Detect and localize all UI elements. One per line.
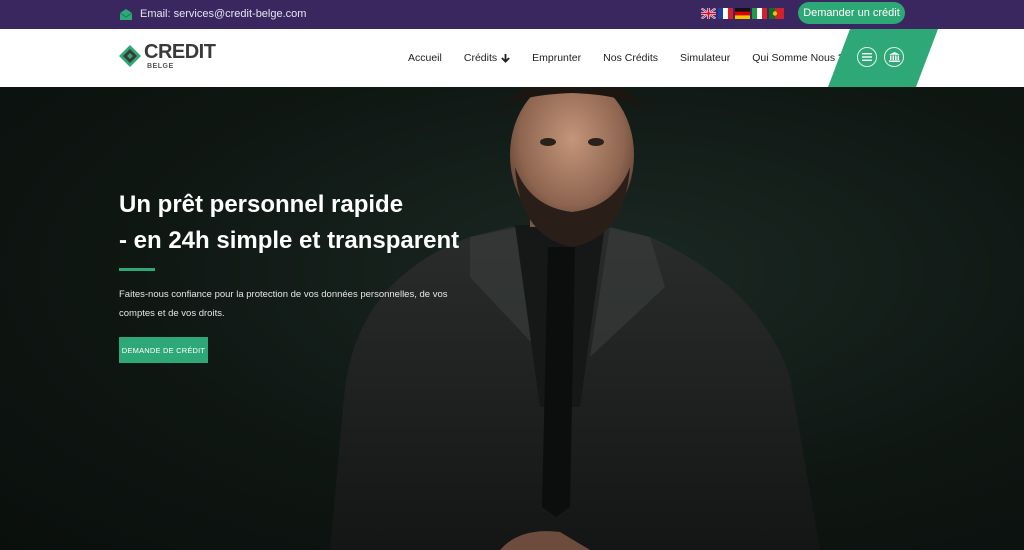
accent-shape (828, 29, 938, 87)
bank-icon-button[interactable] (884, 47, 904, 67)
envelope-icon (120, 8, 132, 20)
nav-item-label: Simulateur (680, 52, 731, 64)
nav-accent-panel (828, 29, 938, 87)
email-text: Email: services@credit-belge.com (140, 8, 307, 20)
logo-brand-sub: BELGE (147, 63, 174, 70)
german-flag-icon[interactable] (735, 8, 750, 19)
contact-email[interactable]: Email: services@credit-belge.com (120, 8, 306, 20)
nav-item-nos-credits[interactable]: Nos Crédits (603, 52, 658, 64)
nav-item-label: Accueil (408, 52, 442, 64)
nav-menu: Accueil Crédits Emprunter Nos Crédits Si… (408, 52, 844, 64)
logo-mark-icon (119, 45, 141, 67)
nav-item-label: Nos Crédits (603, 52, 659, 64)
menu-icon (862, 53, 872, 61)
portuguese-flag-icon[interactable] (769, 8, 784, 19)
logo-brand-name: CREDIT (144, 41, 216, 63)
bank-icon (888, 52, 900, 62)
request-credit-button[interactable]: Demander un crédit (798, 2, 905, 24)
hero-section: Un prêt personnel rapide - en 24h simple… (0, 87, 1024, 550)
hero-title: Un prêt personnel rapide - en 24h simple… (119, 187, 459, 259)
hero-title-line-2: - en 24h simple et transparent (119, 227, 460, 254)
logo-text: CREDIT BELGE (144, 41, 216, 70)
english-flag-icon[interactable] (701, 8, 716, 19)
site-logo[interactable]: CREDIT BELGE (118, 41, 216, 70)
arrow-down-icon (501, 53, 510, 63)
french-flag-icon[interactable] (718, 8, 733, 19)
language-switcher (701, 8, 784, 19)
nav-item-label: Crédits (463, 52, 498, 64)
nav-item-accueil[interactable]: Accueil (408, 52, 442, 64)
main-navbar: CREDIT BELGE Accueil Crédits Emprunter N… (0, 29, 1024, 87)
top-bar: Email: services@credit-belge.com Demande… (0, 0, 1024, 29)
nav-item-credits[interactable]: Crédits (464, 52, 510, 64)
nav-item-label: Emprunter (532, 52, 582, 64)
hero-divider (119, 268, 155, 271)
hero-title-line-1: Un prêt personnel rapide (119, 191, 404, 218)
nav-item-emprunter[interactable]: Emprunter (532, 52, 581, 64)
nav-item-simulateur[interactable]: Simulateur (680, 52, 730, 64)
italian-flag-icon[interactable] (752, 8, 767, 19)
hero-description: Faites-nous confiance pour la protection… (119, 289, 448, 319)
hero-credit-request-button[interactable]: DEMANDE DE CRÉDIT (119, 337, 208, 363)
menu-icon-button[interactable] (857, 47, 877, 67)
